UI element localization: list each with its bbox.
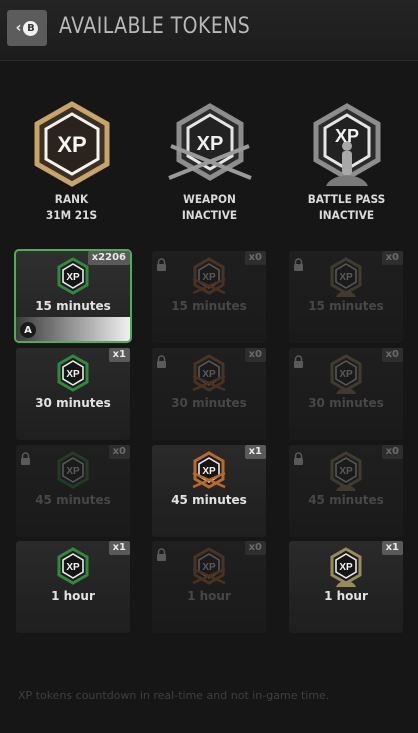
lock-icon [156, 257, 167, 271]
weapon-xp-token-icon: XP [191, 547, 227, 587]
lock-icon [293, 354, 304, 368]
token-count-badge: x0 [381, 348, 403, 362]
battlepass-label: BATTLE PASS [307, 192, 386, 206]
header-bar: ‹ B AVAILABLE TOKENS [0, 0, 418, 61]
weapon-label: WEAPON [183, 192, 236, 206]
token-count-badge: x1 [381, 541, 403, 555]
weapon-xp-token-icon: XP [191, 354, 227, 394]
token-duration: 45 minutes [171, 493, 247, 507]
token-duration: 1 hour [324, 589, 368, 603]
back-button[interactable]: ‹ B [7, 10, 47, 46]
token-duration: 30 minutes [308, 396, 384, 410]
chevron-left-icon: ‹ [15, 20, 22, 36]
token-count-badge: x0 [244, 348, 266, 362]
svg-text:XP: XP [66, 369, 80, 380]
token-tile-battlepass[interactable]: x1 XP 1 hour [289, 541, 403, 633]
token-tile-battlepass[interactable]: x0 XP 30 minutes [289, 348, 403, 440]
token-duration: 45 minutes [308, 493, 384, 507]
token-count-badge: x0 [244, 541, 266, 555]
weapon-xp-token-icon: XP [191, 257, 227, 297]
svg-text:XP: XP [334, 126, 358, 146]
page-title: AVAILABLE TOKENS [59, 14, 251, 39]
battlepass-summary: XP BATTLE PASS INACTIVE [277, 100, 416, 222]
b-button-icon: B [23, 20, 39, 36]
token-duration: 30 minutes [171, 396, 247, 410]
token-duration: 15 minutes [308, 299, 384, 313]
token-tile-rank[interactable]: x0 XP 45 minutes [16, 445, 130, 537]
battlepass-xp-token-icon: XP [328, 451, 364, 491]
rank-xp-emblem-icon: XP [34, 101, 109, 187]
svg-text:XP: XP [57, 132, 86, 157]
token-count-badge: x0 [244, 251, 266, 265]
token-count-badge: x0 [108, 445, 130, 459]
svg-text:XP: XP [66, 562, 80, 573]
svg-text:XP: XP [202, 272, 216, 283]
battlepass-xp-token-icon: XP [328, 547, 364, 587]
token-count-badge: x1 [108, 348, 130, 362]
token-tile-battlepass[interactable]: x0 XP 15 minutes [289, 251, 403, 343]
rank-xp-token-icon: XP [55, 354, 91, 394]
token-tile-weapon[interactable]: x0 XP 1 hour [152, 541, 266, 633]
token-duration: 15 minutes [35, 299, 111, 313]
token-count-badge: x0 [381, 445, 403, 459]
token-duration: 30 minutes [35, 396, 111, 410]
battlepass-xp-token-icon: XP [328, 354, 364, 394]
token-tile-weapon[interactable]: x0 XP 15 minutes [152, 251, 266, 343]
battlepass-status: INACTIVE [318, 208, 375, 222]
token-tile-rank[interactable]: x1 XP 30 minutes [16, 348, 130, 440]
svg-text:XP: XP [339, 272, 353, 283]
a-button-icon: A [20, 322, 36, 338]
rank-label: RANK [54, 192, 89, 206]
token-count-badge: x1 [108, 541, 130, 555]
weapon-status: INACTIVE [181, 208, 238, 222]
weapon-xp-token-icon: XP [191, 451, 227, 491]
lock-icon [293, 257, 304, 271]
svg-text:XP: XP [202, 369, 216, 380]
rank-summary: XP RANK 31M 21S [2, 100, 141, 222]
token-count-badge: x2206 [87, 251, 130, 265]
token-duration: 15 minutes [171, 299, 247, 313]
token-tile-rank[interactable]: x2206 XP 15 minutes A [14, 249, 132, 343]
battlepass-xp-token-icon: XP [328, 257, 364, 297]
footer-note: XP tokens countdown in real-time and not… [18, 689, 330, 702]
token-duration: 1 hour [187, 589, 231, 603]
svg-text:XP: XP [196, 133, 223, 155]
activate-bar[interactable]: A [16, 317, 130, 341]
token-tile-rank[interactable]: x1 XP 1 hour [16, 541, 130, 633]
battlepass-xp-emblem-icon: XP [313, 103, 380, 186]
lock-icon [156, 547, 167, 561]
lock-icon [20, 451, 31, 465]
token-tile-battlepass[interactable]: x0 XP 45 minutes [289, 445, 403, 537]
weapon-summary: XP WEAPON INACTIVE [140, 100, 279, 222]
rank-timer: 31M 21S [45, 208, 98, 222]
svg-text:XP: XP [66, 272, 80, 283]
svg-text:XP: XP [66, 466, 80, 477]
weapon-xp-emblem-icon: XP [167, 103, 252, 181]
svg-text:XP: XP [202, 466, 216, 477]
token-tile-weapon[interactable]: x0 XP 30 minutes [152, 348, 266, 440]
rank-xp-token-icon: XP [55, 257, 91, 297]
svg-text:XP: XP [202, 562, 216, 573]
token-count-badge: x0 [381, 251, 403, 265]
rank-xp-token-icon: XP [55, 451, 91, 491]
svg-text:XP: XP [339, 562, 353, 573]
token-count-badge: x1 [244, 445, 266, 459]
token-duration: 1 hour [51, 589, 95, 603]
svg-text:XP: XP [339, 466, 353, 477]
lock-icon [293, 451, 304, 465]
svg-text:XP: XP [339, 369, 353, 380]
lock-icon [156, 354, 167, 368]
token-tile-weapon[interactable]: x1 XP 45 minutes [152, 445, 266, 537]
token-duration: 45 minutes [35, 493, 111, 507]
rank-xp-token-icon: XP [55, 547, 91, 587]
